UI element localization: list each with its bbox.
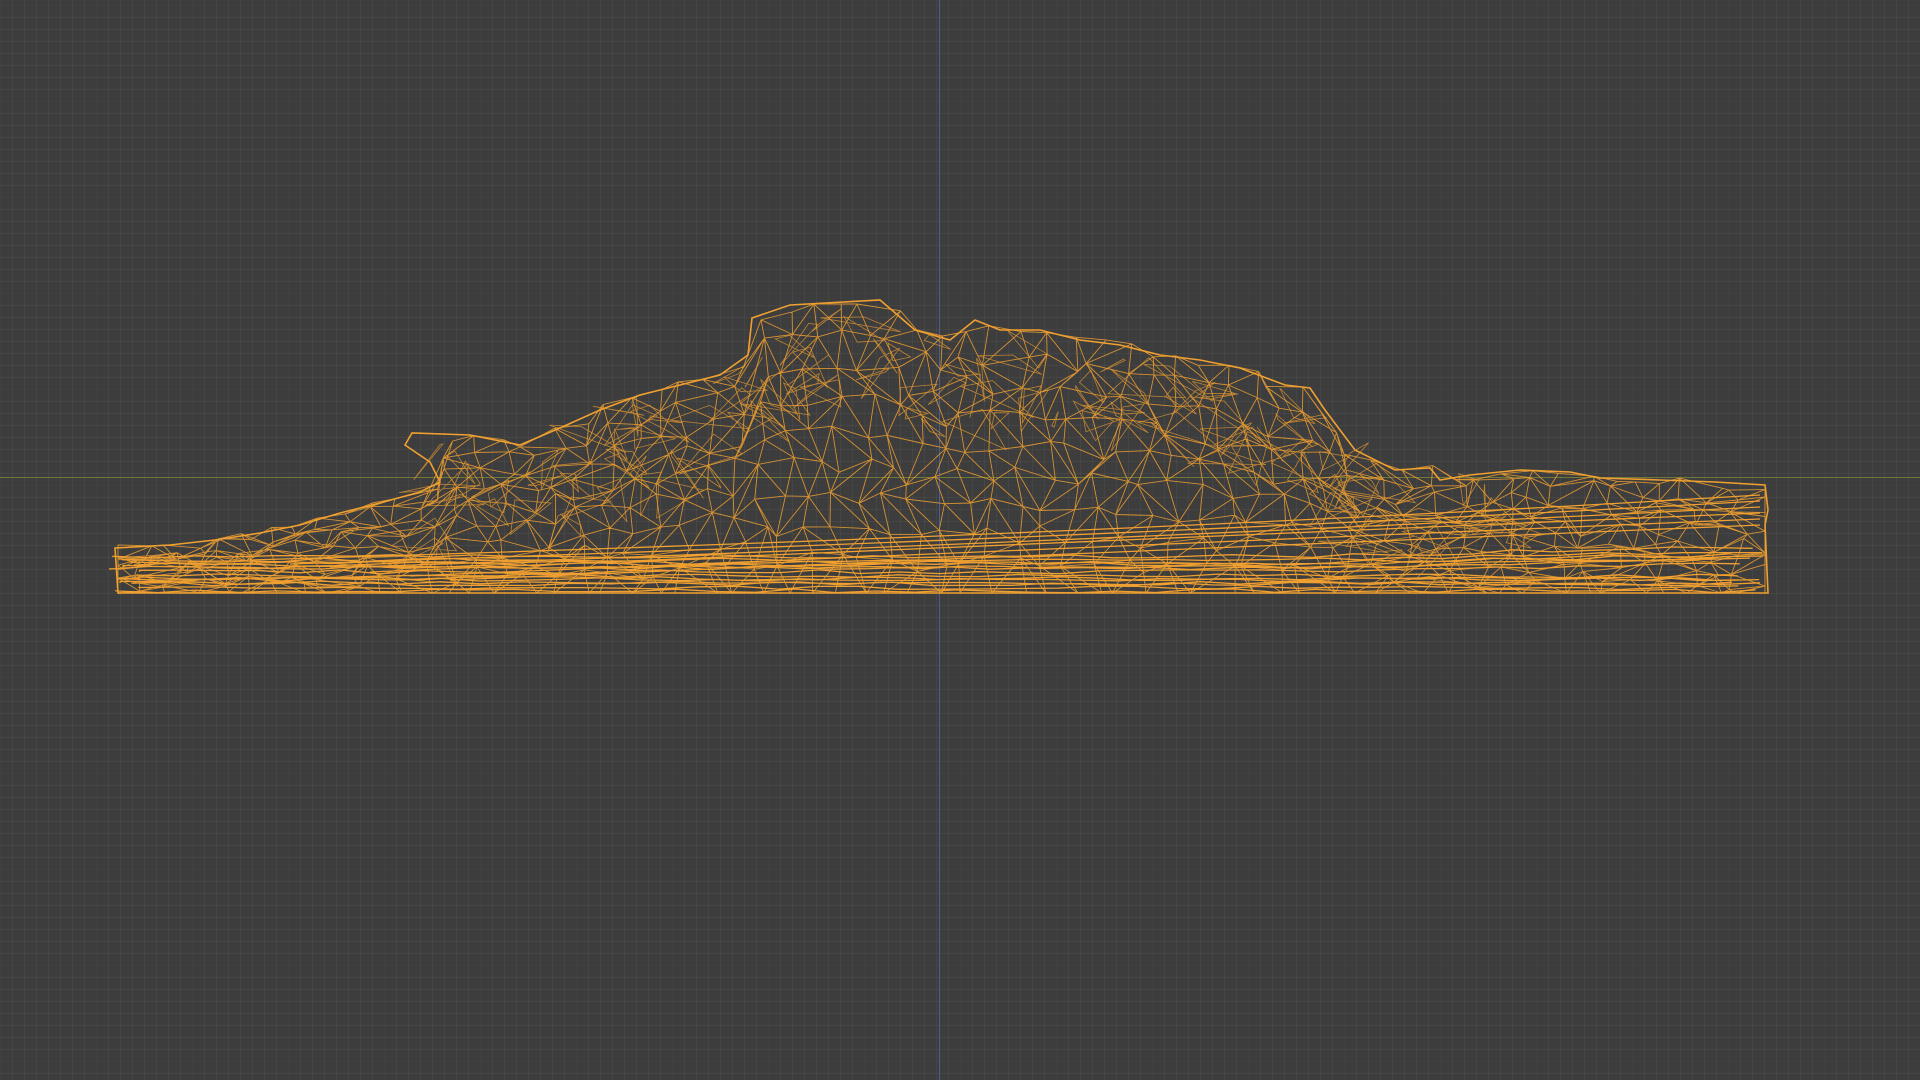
mesh-outline [114,299,1769,594]
mesh-facets [390,308,1541,587]
mesh-edges [109,299,1769,595]
3d-viewport[interactable] [0,0,1920,1080]
wireframe-rock-mesh[interactable] [0,0,1920,1080]
